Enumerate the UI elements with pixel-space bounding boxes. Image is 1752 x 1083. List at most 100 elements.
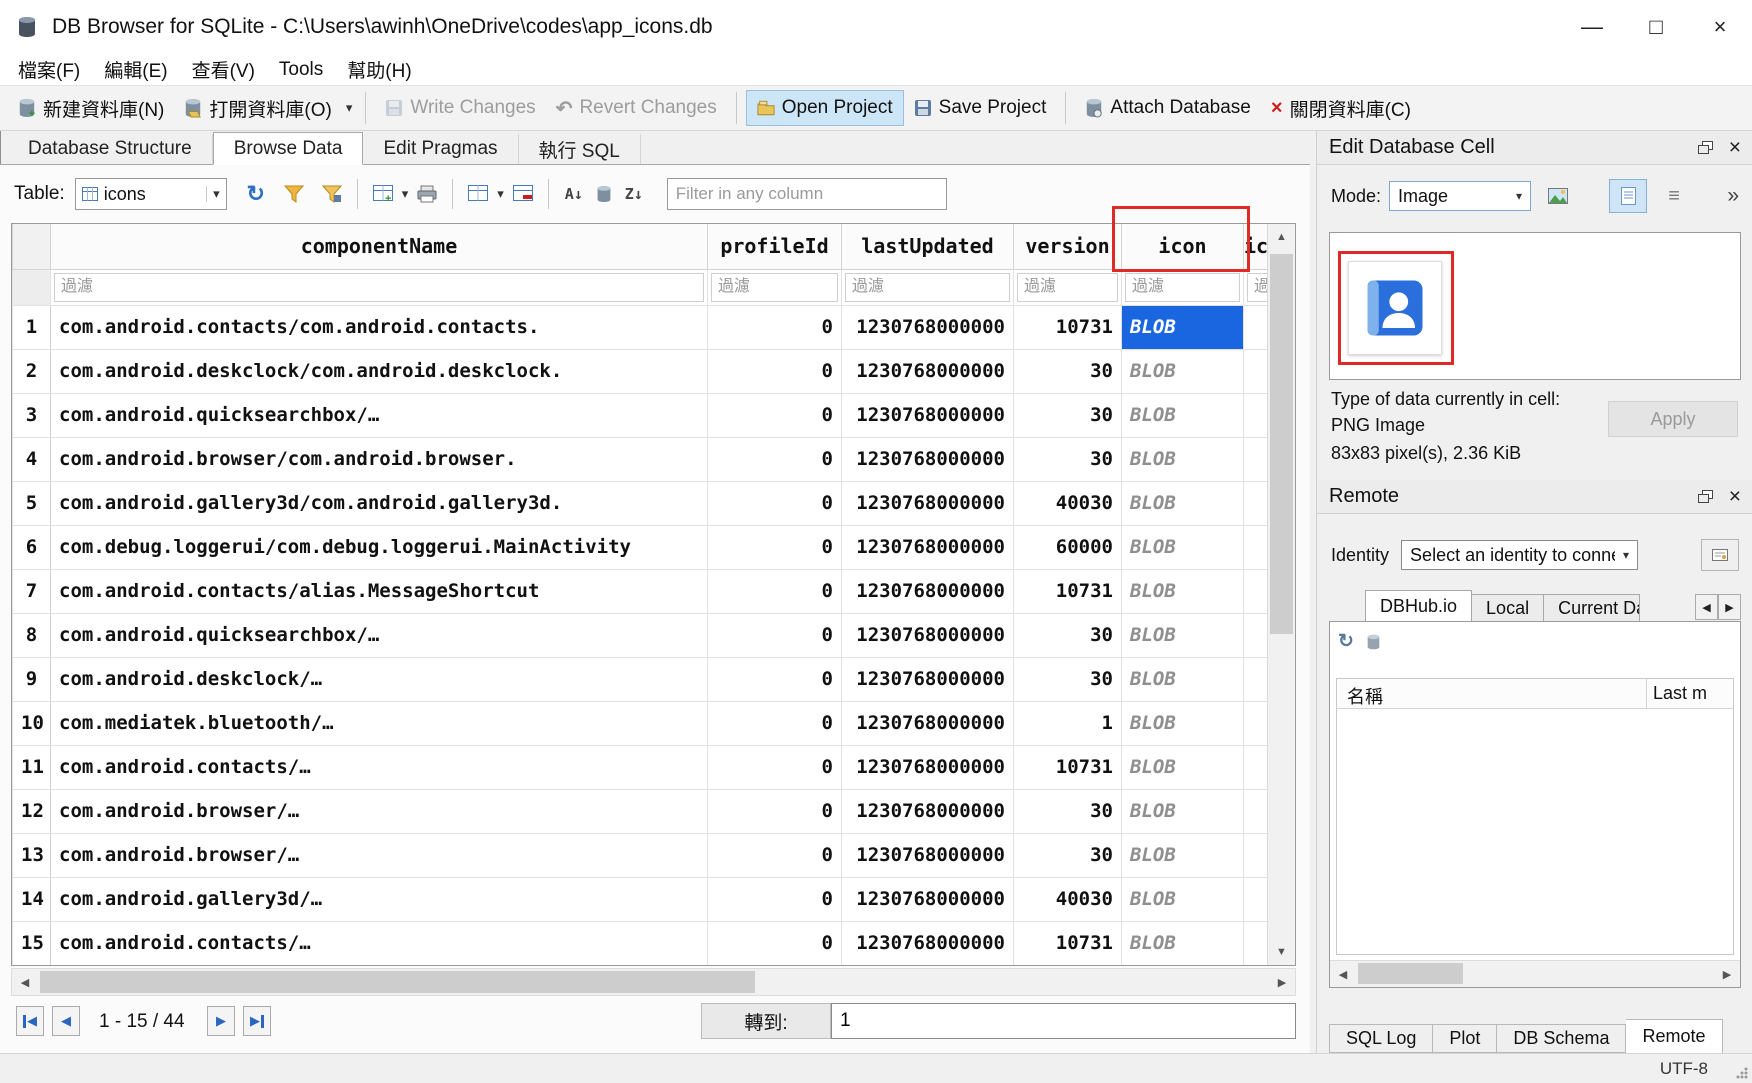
cell-icon[interactable]: BLOB	[1122, 525, 1244, 569]
mode-select[interactable]: Image ▾	[1389, 181, 1531, 211]
cell-lastupdated[interactable]: 1230768000000	[842, 701, 1014, 745]
cell-icon[interactable]: BLOB	[1122, 833, 1244, 877]
filter-any-column-input[interactable]	[667, 178, 947, 210]
clear-filters-button[interactable]	[279, 179, 309, 209]
filter-componentname-input[interactable]	[54, 273, 704, 302]
cell-version[interactable]: 30	[1014, 437, 1122, 481]
delete-record-button[interactable]	[508, 179, 538, 209]
row-number[interactable]: 13	[13, 833, 51, 877]
cell-version[interactable]: 30	[1014, 613, 1122, 657]
cell-icon[interactable]: BLOB	[1122, 437, 1244, 481]
cell-version[interactable]: 30	[1014, 657, 1122, 701]
cell-lastupdated[interactable]: 1230768000000	[842, 569, 1014, 613]
cell-componentname[interactable]: com.android.gallery3d/…	[51, 877, 708, 921]
cell-componentname[interactable]: com.android.gallery3d/com.android.galler…	[51, 481, 708, 525]
dock-tab-plot[interactable]: Plot	[1433, 1024, 1497, 1053]
remote-name-header[interactable]: 名稱	[1337, 679, 1647, 708]
grid-vertical-scrollbar[interactable]: ▲ ▼	[1267, 224, 1295, 965]
filter-profileid-input[interactable]	[711, 273, 838, 302]
cell-overflow[interactable]	[1244, 569, 1270, 613]
cell-overflow[interactable]	[1244, 657, 1270, 701]
dock-tab-remote[interactable]: Remote	[1626, 1019, 1722, 1053]
cell-version[interactable]: 1	[1014, 701, 1122, 745]
cell-profileid[interactable]: 0	[708, 437, 842, 481]
menu-help[interactable]: 幫助(H)	[335, 56, 423, 83]
cell-lastupdated[interactable]: 1230768000000	[842, 921, 1014, 965]
column-header-version[interactable]: version	[1014, 224, 1122, 269]
cell-lastupdated[interactable]: 1230768000000	[842, 833, 1014, 877]
scroll-left-icon[interactable]: ◀	[12, 969, 38, 995]
cell-profileid[interactable]: 0	[708, 789, 842, 833]
row-number[interactable]: 7	[13, 569, 51, 613]
vertical-scroll-thumb[interactable]	[1270, 254, 1293, 634]
cell-profileid[interactable]: 0	[708, 525, 842, 569]
cell-profileid[interactable]: 0	[708, 657, 842, 701]
remote-scroll-thumb[interactable]	[1358, 963, 1463, 984]
cell-lastupdated[interactable]: 1230768000000	[842, 613, 1014, 657]
insert-record-button[interactable]	[463, 179, 493, 209]
row-number[interactable]: 10	[13, 701, 51, 745]
cell-profileid[interactable]: 0	[708, 877, 842, 921]
table-select[interactable]: icons ▾	[75, 178, 227, 210]
binary-mode-button[interactable]: ≡	[1655, 179, 1693, 213]
scroll-right-icon[interactable]: ▶	[1269, 969, 1295, 995]
cell-icon[interactable]: BLOB	[1122, 393, 1244, 437]
remote-tab-local[interactable]: Local	[1472, 594, 1544, 622]
row-number[interactable]: 12	[13, 789, 51, 833]
open-project-button[interactable]: Open Project	[746, 90, 904, 126]
cell-lastupdated[interactable]: 1230768000000	[842, 481, 1014, 525]
cell-overflow[interactable]	[1244, 613, 1270, 657]
cell-icon[interactable]: BLOB	[1122, 481, 1244, 525]
row-number[interactable]: 4	[13, 437, 51, 481]
scroll-up-icon[interactable]: ▲	[1268, 224, 1295, 250]
menu-edit[interactable]: 編輯(E)	[92, 56, 179, 83]
column-header-profileid[interactable]: profileId	[708, 224, 842, 269]
print-button[interactable]	[412, 179, 442, 209]
cell-profileid[interactable]: 0	[708, 701, 842, 745]
row-number[interactable]: 14	[13, 877, 51, 921]
resize-grip-icon[interactable]	[1736, 1067, 1748, 1079]
previous-page-button[interactable]: ◀	[52, 1006, 80, 1036]
cell-version[interactable]: 40030	[1014, 877, 1122, 921]
cell-icon[interactable]: BLOB	[1122, 305, 1244, 349]
maximize-button[interactable]: □	[1624, 0, 1688, 54]
tab-database-structure[interactable]: Database Structure	[8, 134, 213, 164]
cell-overflow[interactable]	[1244, 437, 1270, 481]
cell-overflow[interactable]	[1244, 789, 1270, 833]
cell-lastupdated[interactable]: 1230768000000	[842, 305, 1014, 349]
cell-version[interactable]: 10731	[1014, 745, 1122, 789]
sort-ascending-button[interactable]: A↓	[559, 179, 589, 209]
cell-icon[interactable]: BLOB	[1122, 349, 1244, 393]
write-changes-button[interactable]: Write Changes	[375, 91, 545, 125]
cell-overflow[interactable]	[1244, 833, 1270, 877]
row-number[interactable]: 3	[13, 393, 51, 437]
cell-componentname[interactable]: com.android.contacts/alias.MessageShortc…	[51, 569, 708, 613]
identity-select[interactable]: Select an identity to conne ▾	[1401, 540, 1638, 570]
row-number[interactable]: 5	[13, 481, 51, 525]
cell-componentname[interactable]: com.android.quicksearchbox/…	[51, 393, 708, 437]
cell-componentname[interactable]: com.android.deskclock/…	[51, 657, 708, 701]
cell-version[interactable]: 10731	[1014, 921, 1122, 965]
cell-componentname[interactable]: com.android.browser/…	[51, 833, 708, 877]
cell-lastupdated[interactable]: 1230768000000	[842, 525, 1014, 569]
encoding-indicator[interactable]: UTF-8	[1660, 1059, 1708, 1079]
cell-componentname[interactable]: com.android.contacts/…	[51, 745, 708, 789]
cell-version[interactable]: 10731	[1014, 569, 1122, 613]
cell-componentname[interactable]: com.android.quicksearchbox/…	[51, 613, 708, 657]
remote-tab-current-database[interactable]: Current Dat	[1544, 594, 1640, 622]
tab-scroll-left-icon[interactable]: ◀	[1695, 594, 1718, 620]
apply-button[interactable]: Apply	[1608, 401, 1738, 437]
cell-componentname[interactable]: com.android.browser/…	[51, 789, 708, 833]
more-tools-chevron-icon[interactable]: »	[1727, 184, 1739, 208]
row-number[interactable]: 8	[13, 613, 51, 657]
remote-modified-header[interactable]: Last m	[1647, 679, 1733, 708]
grid-horizontal-scrollbar[interactable]: ◀ ▶	[11, 968, 1296, 996]
dock-tab-db-schema[interactable]: DB Schema	[1497, 1024, 1626, 1053]
cell-version[interactable]: 60000	[1014, 525, 1122, 569]
sort-descending-button[interactable]: Z↓	[619, 179, 649, 209]
close-button[interactable]: ×	[1688, 0, 1752, 54]
menu-file[interactable]: 檔案(F)	[6, 56, 92, 83]
tab-scroll-right-icon[interactable]: ▶	[1718, 594, 1741, 620]
row-number[interactable]: 2	[13, 349, 51, 393]
cell-icon[interactable]: BLOB	[1122, 657, 1244, 701]
